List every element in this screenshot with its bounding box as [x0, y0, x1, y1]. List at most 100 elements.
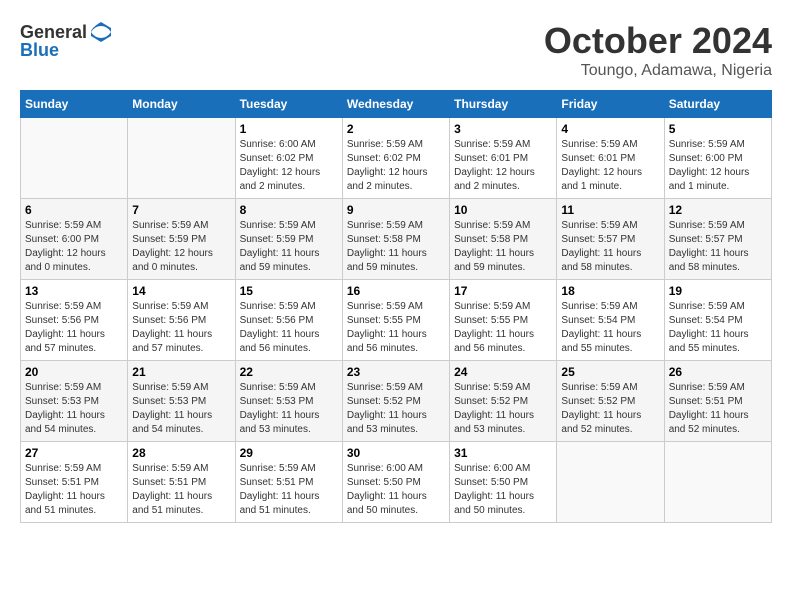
- day-number: 20: [25, 365, 123, 379]
- day-info: Sunrise: 5:59 AMSunset: 5:55 PMDaylight:…: [347, 300, 445, 356]
- logo-icon: [89, 20, 113, 44]
- calendar-cell: 30Sunrise: 6:00 AMSunset: 5:50 PMDayligh…: [342, 442, 449, 523]
- calendar-week-row: 13 Sunrise: 5:59 AMSunset: 5:56 PMDayligh…: [21, 280, 772, 361]
- calendar-cell: 26 Sunrise: 5:59 AMSunset: 5:51 PMDayligh…: [664, 361, 771, 442]
- day-number: 9: [347, 203, 445, 217]
- calendar-cell: 5 Sunrise: 5:59 AMSunset: 6:00 PMDaylight…: [664, 118, 771, 199]
- day-number: 6: [25, 203, 123, 217]
- day-info: Sunrise: 5:59 AMSunset: 5:56 PMDaylight:…: [25, 300, 123, 356]
- day-info: Sunrise: 5:59 AMSunset: 5:51 PMDaylight:…: [240, 462, 338, 518]
- day-number: 29: [240, 446, 338, 460]
- calendar-cell: 16 Sunrise: 5:59 AMSunset: 5:55 PMDayligh…: [342, 280, 449, 361]
- day-info: Sunrise: 5:59 AMSunset: 5:53 PMDaylight:…: [132, 381, 230, 437]
- day-number: 27: [25, 446, 123, 460]
- day-info: Sunrise: 5:59 AMSunset: 5:54 PMDaylight:…: [669, 300, 767, 356]
- calendar-cell: 14 Sunrise: 5:59 AMSunset: 5:56 PMDayligh…: [128, 280, 235, 361]
- calendar-cell: 17 Sunrise: 5:59 AMSunset: 5:55 PMDayligh…: [450, 280, 557, 361]
- calendar-cell: 11 Sunrise: 5:59 AMSunset: 5:57 PMDayligh…: [557, 199, 664, 280]
- day-number: 14: [132, 284, 230, 298]
- calendar-cell: 23 Sunrise: 5:59 AMSunset: 5:52 PMDayligh…: [342, 361, 449, 442]
- calendar-cell: [664, 442, 771, 523]
- day-info: Sunrise: 5:59 AMSunset: 5:56 PMDaylight:…: [240, 300, 338, 356]
- calendar-cell: 4 Sunrise: 5:59 AMSunset: 6:01 PMDaylight…: [557, 118, 664, 199]
- calendar-week-row: 1 Sunrise: 6:00 AMSunset: 6:02 PMDaylight…: [21, 118, 772, 199]
- day-info: Sunrise: 5:59 AMSunset: 5:53 PMDaylight:…: [240, 381, 338, 437]
- calendar-cell: 31Sunrise: 6:00 AMSunset: 5:50 PMDayligh…: [450, 442, 557, 523]
- calendar-cell: 28 Sunrise: 5:59 AMSunset: 5:51 PMDayligh…: [128, 442, 235, 523]
- day-info: Sunrise: 5:59 AMSunset: 5:51 PMDaylight:…: [132, 462, 230, 518]
- day-number: 2: [347, 122, 445, 136]
- day-info: Sunrise: 5:59 AMSunset: 5:52 PMDaylight:…: [454, 381, 552, 437]
- day-number: 26: [669, 365, 767, 379]
- day-number: 28: [132, 446, 230, 460]
- day-info: Sunrise: 5:59 AMSunset: 5:51 PMDaylight:…: [25, 462, 123, 518]
- calendar-cell: 22Sunrise: 5:59 AMSunset: 5:53 PMDayligh…: [235, 361, 342, 442]
- weekday-header-wednesday: Wednesday: [342, 91, 449, 118]
- calendar-table: SundayMondayTuesdayWednesdayThursdayFrid…: [20, 90, 772, 523]
- day-number: 15: [240, 284, 338, 298]
- day-info: Sunrise: 6:00 AMSunset: 5:50 PMDaylight:…: [347, 462, 445, 518]
- calendar-week-row: 6 Sunrise: 5:59 AMSunset: 6:00 PMDaylight…: [21, 199, 772, 280]
- day-number: 17: [454, 284, 552, 298]
- day-number: 24: [454, 365, 552, 379]
- day-number: 8: [240, 203, 338, 217]
- title-area: October 2024 Toungo, Adamawa, Nigeria: [544, 20, 772, 80]
- weekday-header-friday: Friday: [557, 91, 664, 118]
- calendar-cell: [557, 442, 664, 523]
- weekday-header-thursday: Thursday: [450, 91, 557, 118]
- day-number: 16: [347, 284, 445, 298]
- calendar-cell: 12Sunrise: 5:59 AMSunset: 5:57 PMDayligh…: [664, 199, 771, 280]
- day-info: Sunrise: 5:59 AMSunset: 5:53 PMDaylight:…: [25, 381, 123, 437]
- calendar-cell: 18 Sunrise: 5:59 AMSunset: 5:54 PMDayligh…: [557, 280, 664, 361]
- calendar-cell: 21 Sunrise: 5:59 AMSunset: 5:53 PMDayligh…: [128, 361, 235, 442]
- calendar-cell: 2 Sunrise: 5:59 AMSunset: 6:02 PMDaylight…: [342, 118, 449, 199]
- calendar-cell: 7 Sunrise: 5:59 AMSunset: 5:59 PMDaylight…: [128, 199, 235, 280]
- calendar-cell: 25 Sunrise: 5:59 AMSunset: 5:52 PMDayligh…: [557, 361, 664, 442]
- calendar-cell: 29 Sunrise: 5:59 AMSunset: 5:51 PMDayligh…: [235, 442, 342, 523]
- day-number: 3: [454, 122, 552, 136]
- calendar-cell: [128, 118, 235, 199]
- day-info: Sunrise: 5:59 AMSunset: 5:58 PMDaylight:…: [454, 219, 552, 275]
- calendar-cell: 19Sunrise: 5:59 AMSunset: 5:54 PMDayligh…: [664, 280, 771, 361]
- day-info: Sunrise: 6:00 AMSunset: 5:50 PMDaylight:…: [454, 462, 552, 518]
- calendar-cell: 24 Sunrise: 5:59 AMSunset: 5:52 PMDayligh…: [450, 361, 557, 442]
- day-number: 13: [25, 284, 123, 298]
- weekday-header-sunday: Sunday: [21, 91, 128, 118]
- day-info: Sunrise: 5:59 AMSunset: 5:59 PMDaylight:…: [132, 219, 230, 275]
- calendar-cell: 6 Sunrise: 5:59 AMSunset: 6:00 PMDaylight…: [21, 199, 128, 280]
- day-info: Sunrise: 5:59 AMSunset: 5:55 PMDaylight:…: [454, 300, 552, 356]
- day-number: 7: [132, 203, 230, 217]
- day-info: Sunrise: 5:59 AMSunset: 6:02 PMDaylight:…: [347, 138, 445, 194]
- day-number: 11: [561, 203, 659, 217]
- day-number: 21: [132, 365, 230, 379]
- calendar-week-row: 27 Sunrise: 5:59 AMSunset: 5:51 PMDayligh…: [21, 442, 772, 523]
- day-info: Sunrise: 5:59 AMSunset: 6:01 PMDaylight:…: [561, 138, 659, 194]
- calendar-cell: 1 Sunrise: 6:00 AMSunset: 6:02 PMDaylight…: [235, 118, 342, 199]
- weekday-header-row: SundayMondayTuesdayWednesdayThursdayFrid…: [21, 91, 772, 118]
- day-info: Sunrise: 5:59 AMSunset: 5:52 PMDaylight:…: [347, 381, 445, 437]
- day-info: Sunrise: 6:00 AMSunset: 6:02 PMDaylight:…: [240, 138, 338, 194]
- day-info: Sunrise: 5:59 AMSunset: 5:58 PMDaylight:…: [347, 219, 445, 275]
- calendar-cell: 8 Sunrise: 5:59 AMSunset: 5:59 PMDaylight…: [235, 199, 342, 280]
- day-number: 25: [561, 365, 659, 379]
- day-info: Sunrise: 5:59 AMSunset: 5:57 PMDaylight:…: [561, 219, 659, 275]
- day-info: Sunrise: 5:59 AMSunset: 5:54 PMDaylight:…: [561, 300, 659, 356]
- calendar-cell: 15 Sunrise: 5:59 AMSunset: 5:56 PMDayligh…: [235, 280, 342, 361]
- day-number: 1: [240, 122, 338, 136]
- day-info: Sunrise: 5:59 AMSunset: 6:00 PMDaylight:…: [25, 219, 123, 275]
- day-number: 18: [561, 284, 659, 298]
- calendar-cell: 20 Sunrise: 5:59 AMSunset: 5:53 PMDayligh…: [21, 361, 128, 442]
- logo: General Blue: [20, 20, 113, 61]
- day-info: Sunrise: 5:59 AMSunset: 5:59 PMDaylight:…: [240, 219, 338, 275]
- logo-blue-text: Blue: [20, 40, 59, 61]
- day-info: Sunrise: 5:59 AMSunset: 5:51 PMDaylight:…: [669, 381, 767, 437]
- day-number: 5: [669, 122, 767, 136]
- calendar-cell: 13 Sunrise: 5:59 AMSunset: 5:56 PMDayligh…: [21, 280, 128, 361]
- calendar-cell: 9 Sunrise: 5:59 AMSunset: 5:58 PMDaylight…: [342, 199, 449, 280]
- day-info: Sunrise: 5:59 AMSunset: 5:52 PMDaylight:…: [561, 381, 659, 437]
- day-info: Sunrise: 5:59 AMSunset: 5:56 PMDaylight:…: [132, 300, 230, 356]
- day-number: 23: [347, 365, 445, 379]
- calendar-cell: [21, 118, 128, 199]
- day-number: 4: [561, 122, 659, 136]
- day-info: Sunrise: 5:59 AMSunset: 6:00 PMDaylight:…: [669, 138, 767, 194]
